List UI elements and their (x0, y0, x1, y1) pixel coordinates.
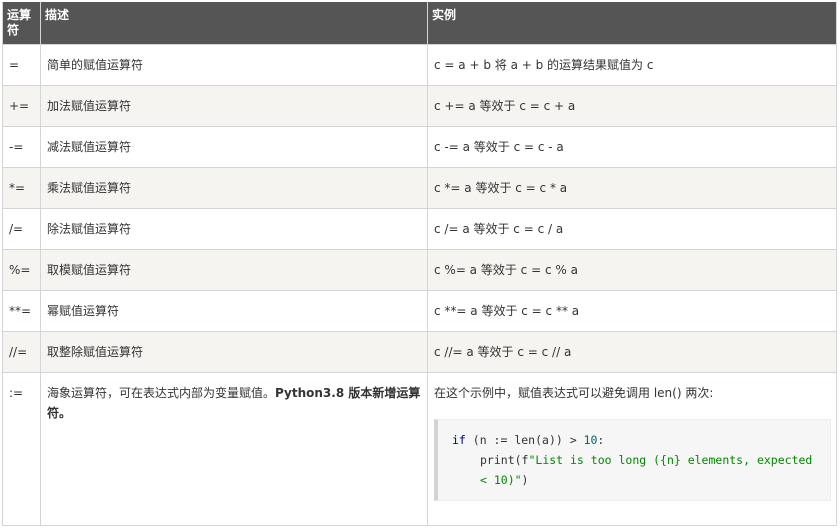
code-number: 10 (583, 433, 598, 447)
code-line-2: print(f"List is too long ({n} elements, … (452, 450, 818, 490)
operator-cell: -= (2, 126, 41, 168)
table-row: = 简单的赋值运算符 c = a + b 将 a + b 的运算结果赋值为 c (2, 44, 837, 86)
table-row: *= 乘法赋值运算符 c *= a 等效于 c = c * a (2, 167, 837, 209)
example-cell: c *= a 等效于 c = c * a (427, 167, 837, 209)
example-cell: c -= a 等效于 c = c - a (427, 126, 837, 168)
table-row: -= 减法赋值运算符 c -= a 等效于 c = c - a (2, 126, 837, 168)
description-cell: 加法赋值运算符 (40, 85, 428, 127)
code-close-paren: ) (521, 473, 529, 487)
header-operator: 运算符 (2, 2, 41, 45)
table-row: += 加法赋值运算符 c += a 等效于 c = c + a (2, 85, 837, 127)
operator-cell: *= (2, 167, 41, 209)
description-cell: 除法赋值运算符 (40, 208, 428, 250)
table-row: //= 取整除赋值运算符 c //= a 等效于 c = c // a (2, 331, 837, 373)
code-keyword-if: if (452, 433, 466, 447)
walrus-example-text: 在这个示例中，赋值表达式可以避免调用 len() 两次: (434, 386, 714, 400)
example-cell: c **= a 等效于 c = c ** a (427, 290, 837, 332)
table-row: /= 除法赋值运算符 c /= a 等效于 c = c / a (2, 208, 837, 250)
description-cell: 取模赋值运算符 (40, 249, 428, 291)
operator-cell: /= (2, 208, 41, 250)
operator-cell: = (2, 44, 41, 86)
code-colon: : (597, 433, 605, 447)
example-cell: c %= a 等效于 c = c % a (427, 249, 837, 291)
description-cell: 简单的赋值运算符 (40, 44, 428, 86)
operator-cell: += (2, 85, 41, 127)
example-cell: c /= a 等效于 c = c / a (427, 208, 837, 250)
table-row: %= 取模赋值运算符 c %= a 等效于 c = c % a (2, 249, 837, 291)
example-cell: 在这个示例中，赋值表达式可以避免调用 len() 两次: if (n := le… (427, 372, 837, 526)
table-header-row: 运算符 描述 实例 (2, 2, 837, 45)
table-row: **= 幂赋值运算符 c **= a 等效于 c = c ** a (2, 290, 837, 332)
operator-cell: **= (2, 290, 41, 332)
code-condition: (n := len(a)) > (465, 433, 584, 447)
operator-cell: //= (2, 331, 41, 373)
code-string: "List is too long ({n} elements, expecte… (480, 453, 813, 487)
example-cell: c += a 等效于 c = c + a (427, 85, 837, 127)
description-cell: 幂赋值运算符 (40, 290, 428, 332)
description-cell: 海象运算符，可在表达式内部为变量赋值。Python3.8 版本新增运算符。 (40, 372, 428, 526)
description-cell: 减法赋值运算符 (40, 126, 428, 168)
code-block: if (n := len(a)) > 10: print(f"List is t… (434, 419, 831, 501)
operator-cell: %= (2, 249, 41, 291)
table-row-walrus: := 海象运算符，可在表达式内部为变量赋值。Python3.8 版本新增运算符。… (2, 372, 837, 526)
code-line-1: if (n := len(a)) > 10: (452, 430, 818, 450)
description-cell: 取整除赋值运算符 (40, 331, 428, 373)
operator-cell: := (2, 372, 41, 526)
header-example: 实例 (427, 2, 837, 45)
description-cell: 乘法赋值运算符 (40, 167, 428, 209)
walrus-description-text: 海象运算符，可在表达式内部为变量赋值。 (47, 386, 276, 400)
assignment-operators-table: 运算符 描述 实例 = 简单的赋值运算符 c = a + b 将 a + b 的… (2, 2, 837, 526)
example-cell: c //= a 等效于 c = c // a (427, 331, 837, 373)
example-cell: c = a + b 将 a + b 的运算结果赋值为 c (427, 44, 837, 86)
header-description: 描述 (40, 2, 428, 45)
code-print-call: print(f (480, 453, 529, 467)
